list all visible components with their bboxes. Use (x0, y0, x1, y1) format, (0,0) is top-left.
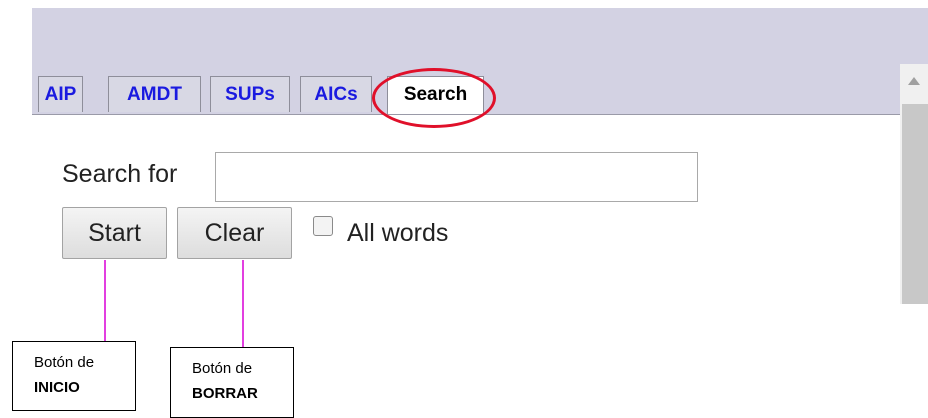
clear-button[interactable]: Clear (177, 207, 292, 259)
clear-callout: Botón de BORRAR (170, 347, 294, 418)
start-button[interactable]: Start (62, 207, 167, 259)
tabs-divider (32, 114, 928, 115)
tab-amdt[interactable]: AMDT (108, 76, 201, 112)
clear-callout-line2: BORRAR (192, 385, 258, 402)
tab-aip[interactable]: AIP (38, 76, 83, 112)
search-input[interactable] (215, 152, 698, 202)
tab-aics[interactable]: AICs (300, 76, 372, 112)
tab-sups[interactable]: SUPs (210, 76, 290, 112)
search-label: Search for (62, 160, 178, 188)
start-callout-line1: Botón de (34, 354, 95, 371)
start-callout-line2: INICIO (34, 379, 80, 396)
scroll-up-button[interactable] (900, 64, 928, 102)
all-words-label: All words (347, 219, 449, 247)
clear-callout-connector (242, 260, 244, 348)
start-callout: Botón de INICIO (12, 341, 136, 411)
start-callout-connector (104, 260, 106, 342)
all-words-checkbox[interactable] (313, 216, 333, 236)
tab-search[interactable]: Search (387, 76, 484, 115)
clear-callout-line1: Botón de (192, 360, 253, 377)
arrow-up-icon (908, 77, 920, 85)
scrollbar-thumb[interactable] (902, 104, 928, 304)
